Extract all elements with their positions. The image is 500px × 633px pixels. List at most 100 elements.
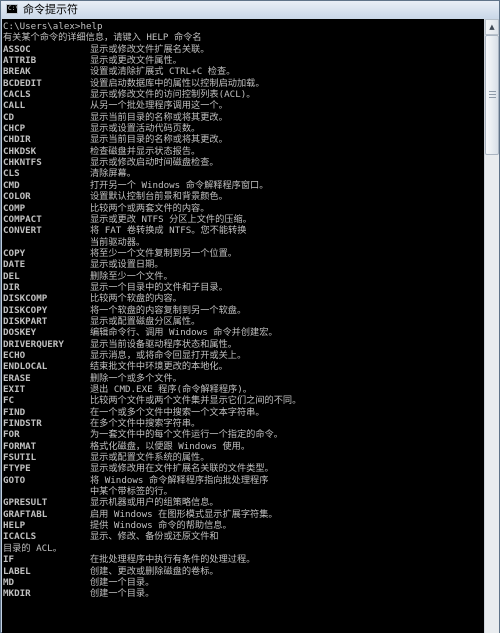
command-description: 显示当前目录的名称或将其更改。: [90, 111, 228, 123]
command-description: 检查磁盘并显示状态报告。: [90, 145, 201, 157]
help-entry-line: ERASE 删除一个或多个文件。: [2, 373, 484, 384]
command-name: CMD: [3, 179, 20, 191]
help-entry-line: HELP 提供 Windows 命令的帮助信息。: [2, 520, 484, 531]
help-entry-line: DRIVERQUERY 显示当前设备驱动程序状态和属性。: [2, 339, 484, 350]
command-description: 显示或修改文件的访问控制列表(ACL)。: [90, 89, 256, 101]
help-entry-line: ASSOC 显示或修改文件扩展名关联。: [2, 44, 484, 55]
thumb-grip-line: [489, 91, 496, 92]
help-entry-line: MD 创建一个目录。: [2, 577, 484, 588]
help-entry-line: DISKCOMP 比较两个软盘的内容。: [2, 293, 484, 304]
scroll-up-arrow-icon[interactable]: ▲: [485, 19, 499, 35]
command-name: DISKCOPY: [3, 304, 48, 316]
command-name: FC: [3, 395, 15, 407]
command-name: ASSOC: [3, 43, 31, 55]
help-entry-line: COMP 比较两个或两套文件的内容。: [2, 203, 484, 214]
command-description: 编辑命令行、调用 Windows 命令并创建宏。: [90, 327, 278, 339]
command-description: 设置启动数据库中的属性以控制启动加载。: [90, 77, 265, 89]
command-name: COMPACT: [3, 213, 42, 225]
command-description: 结束批文件中环境更改的本地化。: [90, 361, 228, 373]
help-entry-line: ENDLOCAL 结束批文件中环境更改的本地化。: [2, 361, 484, 372]
help-entry-line: CHKDSK 检查磁盘并显示状态报告。: [2, 146, 484, 157]
help-entry-line: COMPACT 显示或更改 NTFS 分区上文件的压缩。: [2, 214, 484, 225]
command-description: 删除一个或多个文件。: [90, 372, 182, 384]
command-name: DATE: [3, 259, 26, 271]
command-name: DISKCOMP: [3, 293, 48, 305]
help-entry-line: CONVERT 将 FAT 卷转换成 NTFS。您不能转换: [2, 225, 484, 236]
command-description: 将至少一个文件复制到另一个位置。: [90, 247, 237, 259]
command-description: 创建一个目录。: [90, 576, 155, 588]
command-name: CLS: [3, 168, 20, 180]
help-entry-line: FORMAT 格式化磁盘，以便跟 Windows 使用。: [2, 441, 484, 452]
help-entry-line: CD 显示当前目录的名称或将其更改。: [2, 112, 484, 123]
command-description: 退出 CMD.EXE 程序(命令解释程序)。: [90, 384, 252, 395]
command-description: 显示或修改用在文件扩展名关联的文件类型。: [90, 463, 274, 475]
console-output[interactable]: C:\Users\alex>help 有关某个命令的详细信息，请键入 HELP …: [2, 19, 484, 633]
title-bar[interactable]: C:\ 命令提示符: [1, 1, 499, 19]
help-entry-line: FC 比较两个文件或两个文件集并显示它们之间的不同。: [2, 395, 484, 406]
command-name: ICACLS: [3, 531, 37, 543]
command-name: FIND: [3, 406, 26, 418]
help-entry-line: FOR 为一套文件中的每个文件运行一个指定的命令。: [2, 429, 484, 440]
help-entry-line: DATE 显示或设置日期。: [2, 259, 484, 270]
command-name: ENDLOCAL: [3, 361, 48, 373]
command-name: DOSKEY: [3, 327, 37, 339]
command-prompt-window: C:\ 命令提示符 C:\Users\alex>help 有关某个命令的详细信息…: [0, 0, 500, 633]
command-description: 设置或清除扩展式 CTRL+C 检查。: [90, 66, 236, 78]
command-description: 显示或配置文件系统的属性。: [90, 452, 210, 464]
command-description: 显示机器或用户的组策略信息。: [90, 497, 219, 509]
command-name: CHCP: [3, 123, 26, 135]
help-entry-line: COLOR 设置默认控制台前景和背景颜色。: [2, 191, 484, 202]
command-description: 中某个带标签的行。: [90, 486, 173, 498]
command-description: 显示消息，或将命令回显打开或关上。: [90, 349, 247, 361]
command-description: 比较两个或两套文件的内容。: [90, 202, 210, 214]
vertical-scrollbar[interactable]: ▲: [484, 19, 499, 633]
command-name: ERASE: [3, 372, 31, 384]
thumb-grip-line: [489, 94, 496, 95]
command-name: COMP: [3, 202, 26, 214]
command-name: FORMAT: [3, 440, 37, 452]
command-name: HELP: [3, 520, 26, 532]
help-entry-line: DISKCOPY 将一个软盘的内容复制到另一个软盘。: [2, 305, 484, 316]
command-name: DIR: [3, 281, 20, 293]
command-name: COLOR: [3, 191, 31, 203]
command-name: ATTRIB: [3, 55, 37, 67]
command-description: 显示一个目录中的文件和子目录。: [90, 281, 228, 293]
command-name: GPRESULT: [3, 497, 48, 509]
command-name: FTYPE: [3, 463, 31, 475]
command-name: FINDSTR: [3, 418, 42, 430]
command-name: CALL: [3, 100, 26, 112]
command-description: 删除至少一个文件。: [90, 270, 173, 282]
command-name: GOTO: [3, 474, 26, 486]
command-description: 创建、更改或删除磁盘的卷标。: [90, 565, 219, 577]
command-name: BREAK: [3, 66, 31, 78]
command-name: CACLS: [3, 89, 31, 101]
help-entry-line: GPRESULT 显示机器或用户的组策略信息。: [2, 497, 484, 508]
command-name: DISKPART: [3, 315, 48, 327]
command-name: IF: [3, 554, 15, 566]
command-name: CHDIR: [3, 134, 31, 146]
command-name: DRIVERQUERY: [3, 338, 64, 350]
command-description: 显示、修改、备份或还原文件和: [90, 531, 219, 543]
cmd-app-icon[interactable]: C:\: [6, 4, 18, 14]
command-description: 提供 Windows 命令的帮助信息。: [90, 520, 232, 532]
command-description: 打开另一个 Windows 命令解释程序窗口。: [90, 179, 269, 191]
command-name: COPY: [3, 247, 26, 259]
command-description: 设置默认控制台前景和背景颜色。: [90, 191, 228, 203]
command-description: 在多个文件中搜索字符串。: [90, 418, 201, 430]
help-entry-line: 中某个带标签的行。: [2, 486, 484, 497]
help-entry-line: CMD 打开另一个 Windows 命令解释程序窗口。: [2, 180, 484, 191]
command-description: 将 Windows 命令解释程序指向批处理程序: [90, 474, 269, 486]
command-description: 从另一个批处理程序调用这一个。: [90, 100, 228, 112]
command-name: MD: [3, 576, 15, 588]
help-entry-line: LABEL 创建、更改或删除磁盘的卷标。: [2, 566, 484, 577]
help-entry-line: FIND 在一个或多个文件中搜索一个文本字符串。: [2, 407, 484, 418]
help-entry-line: DIR 显示一个目录中的文件和子目录。: [2, 282, 484, 293]
help-entry-line: DISKPART 显示或配置磁盘分区属性。: [2, 316, 484, 327]
scrollbar-thumb[interactable]: [485, 35, 499, 155]
command-name: LABEL: [3, 565, 31, 577]
help-entry-line: BCDEDIT 设置启动数据库中的属性以控制启动加载。: [2, 78, 484, 89]
help-entry-line: CHCP 显示或设置活动代码页数。: [2, 123, 484, 134]
command-name: ECHO: [3, 349, 26, 361]
command-description: 将一个软盘的内容复制到另一个软盘。: [90, 304, 247, 316]
help-entry-line: CACLS 显示或修改文件的访问控制列表(ACL)。: [2, 89, 484, 100]
